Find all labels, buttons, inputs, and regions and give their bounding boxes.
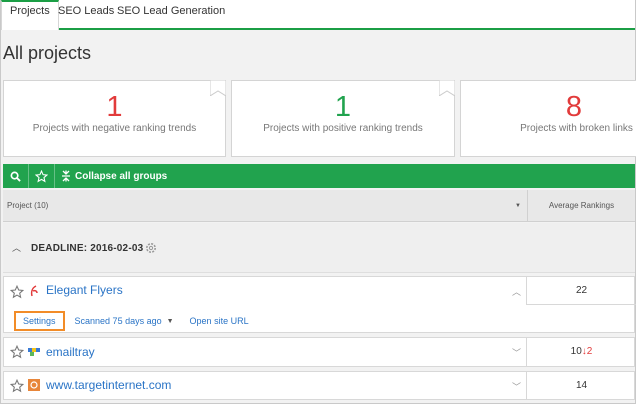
card-negative-trends[interactable]: 1 Projects with negative ranking trends: [3, 80, 226, 157]
sort-caret-icon[interactable]: ▼: [515, 203, 521, 209]
negative-label: Projects with negative ranking trends: [32, 123, 197, 134]
broken-links-label: Projects with broken links: [520, 123, 633, 134]
collapse-all-label: Collapse all groups: [75, 170, 168, 182]
project-name[interactable]: emailtray: [46, 345, 95, 359]
card-positive-trends[interactable]: 1 Projects with positive ranking trends: [231, 80, 455, 157]
open-site-url-link[interactable]: Open site URL: [190, 316, 249, 326]
project-column-header[interactable]: Project (10): [7, 201, 48, 210]
group-label: DEADLINE: 2016-02-03: [31, 243, 144, 254]
collapse-icon: [62, 170, 70, 182]
caret-down-icon[interactable]: ▼: [167, 318, 174, 325]
star-outline-icon[interactable]: [10, 285, 24, 299]
search-icon: [10, 171, 21, 182]
project-row-emailtray[interactable]: emailtray ﹀ 10↓2: [3, 337, 635, 367]
star-outline-icon[interactable]: [10, 345, 24, 359]
average-rankings-column-header[interactable]: Average Rankings: [528, 201, 635, 210]
site-favicon-icon: [28, 348, 40, 356]
site-favicon-icon: [28, 379, 40, 391]
project-name[interactable]: Elegant Flyers: [46, 283, 123, 297]
scanned-status-link[interactable]: Scanned 75 days ago: [75, 316, 162, 326]
table-header: Project (10) ▼ Average Rankings: [3, 190, 635, 222]
star-outline-icon: [35, 169, 48, 182]
average-rank: 10: [570, 346, 582, 357]
tab-seo-leads[interactable]: SEO Leads: [58, 0, 114, 28]
average-rank: 14: [526, 372, 636, 399]
tab-seo-lead-generation[interactable]: SEO Lead Generation: [117, 0, 225, 28]
chevron-down-icon[interactable]: ﹀: [512, 380, 521, 393]
search-button[interactable]: [3, 164, 29, 188]
collapse-all-groups-button[interactable]: Collapse all groups: [61, 164, 167, 188]
average-rank-cell: 10↓2: [526, 338, 636, 366]
chevron-up-icon[interactable]: ︿: [12, 241, 21, 254]
group-row[interactable]: ︿ DEADLINE: 2016-02-03: [3, 223, 635, 273]
tab-projects[interactable]: Projects: [1, 0, 59, 30]
rank-change: 2: [586, 346, 593, 357]
toolbar: Collapse all groups: [3, 164, 635, 188]
gear-icon[interactable]: [145, 242, 157, 254]
project-row-elegant-flyers[interactable]: Elegant Flyers ︿ 22 Settings Scanned 75 …: [3, 276, 636, 333]
positive-count: 1: [334, 91, 352, 123]
tab-bar: Projects SEO Leads SEO Lead Generation: [1, 0, 635, 30]
project-name[interactable]: www.targetinternet.com: [46, 378, 171, 392]
site-favicon-icon: [30, 285, 38, 297]
positive-label: Projects with positive ranking trends: [263, 123, 423, 134]
chevron-up-icon[interactable]: ︿: [512, 285, 521, 298]
average-rank: 22: [526, 277, 636, 305]
favorites-filter-button[interactable]: [29, 164, 55, 188]
project-actions: Settings Scanned 75 days ago ▼ Open site…: [14, 311, 249, 331]
settings-link[interactable]: Settings: [14, 311, 65, 331]
card-broken-links[interactable]: 8 Projects with broken links: [460, 80, 636, 157]
chevron-down-icon[interactable]: ﹀: [512, 346, 521, 359]
star-outline-icon[interactable]: [10, 379, 24, 393]
page-title: All projects: [3, 43, 92, 63]
broken-links-count: 8: [565, 91, 583, 123]
negative-count: 1: [106, 91, 123, 123]
project-row-targetinternet[interactable]: www.targetinternet.com ﹀ 14: [3, 371, 635, 400]
